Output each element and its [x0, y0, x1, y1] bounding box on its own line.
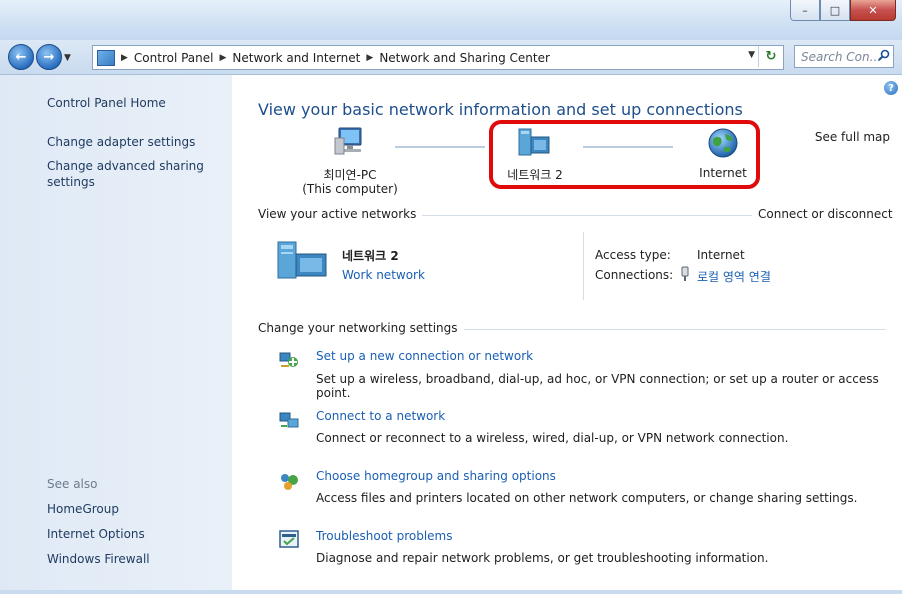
caption-buttons: – □ ✕	[790, 0, 896, 22]
sidebar-change-advanced-sharing[interactable]: Change advanced sharing settings	[47, 158, 217, 190]
task-troubleshoot-link[interactable]: Troubleshoot problems	[316, 529, 452, 543]
sidebar: Control Panel Home Change adapter settin…	[0, 75, 232, 594]
access-type-label: Access type:	[595, 248, 671, 262]
network-type-link[interactable]: Work network	[342, 268, 425, 282]
sidebar-change-adapter-settings[interactable]: Change adapter settings	[47, 134, 217, 150]
sidebar-windows-firewall[interactable]: Windows Firewall	[47, 551, 150, 567]
breadcrumb-network-sharing-center[interactable]: Network and Sharing Center	[375, 51, 554, 65]
back-button[interactable]: ←	[8, 44, 34, 70]
access-type-value: Internet	[697, 248, 745, 262]
sidebar-internet-options[interactable]: Internet Options	[47, 526, 145, 542]
breadcrumb-separator-icon[interactable]: ▶	[218, 53, 229, 63]
see-full-map-link[interactable]: See full map	[810, 130, 890, 144]
highlight-box	[489, 120, 760, 189]
troubleshoot-icon	[279, 530, 299, 548]
page-heading: View your basic network information and …	[258, 100, 743, 119]
search-input[interactable]: Search Con...	[794, 45, 894, 68]
task-setup-connection-desc: Set up a wireless, broadband, dial-up, a…	[316, 372, 879, 400]
connections-label: Connections:	[595, 268, 674, 282]
task-connect-network-desc: Connect or reconnect to a wireless, wire…	[316, 431, 789, 445]
search-icon[interactable]	[878, 49, 890, 64]
see-also-heading: See also	[47, 477, 98, 491]
control-panel-icon	[97, 49, 115, 66]
close-button[interactable]: ✕	[850, 0, 896, 21]
task-connect-network-link[interactable]: Connect to a network	[316, 409, 445, 423]
window-bottom-border	[0, 590, 902, 594]
computer-name: 최미연-PC	[323, 168, 377, 182]
breadcrumb-separator-icon[interactable]: ▶	[364, 53, 375, 63]
maximize-button[interactable]: □	[820, 0, 850, 21]
connect-network-icon	[279, 412, 299, 428]
connection-link[interactable]: 로컬 영역 연결	[697, 268, 771, 285]
navigation-bar: ← → ▼ ▶ Control Panel ▶ Network and Inte…	[0, 40, 902, 75]
active-network-name: 네트워크 2	[342, 249, 399, 263]
homegroup-icon	[281, 474, 298, 490]
connector-line	[395, 146, 485, 148]
breadcrumb-separator-icon[interactable]: ▶	[119, 53, 130, 63]
settings-title: Change your networking settings	[258, 321, 464, 335]
sidebar-homegroup[interactable]: HomeGroup	[47, 501, 119, 517]
active-network-icon	[277, 241, 327, 279]
ethernet-connection-icon[interactable]	[680, 266, 690, 282]
minimize-button[interactable]: –	[790, 0, 820, 21]
address-dropdown-icon[interactable]: ▼	[748, 50, 755, 60]
title-bar: – □ ✕	[0, 0, 902, 40]
network-sharing-center-window: – □ ✕ ← → ▼ ▶ Control Panel ▶ Network an…	[0, 0, 902, 594]
forward-button[interactable]: →	[36, 44, 62, 70]
computer-icon[interactable]	[333, 126, 367, 158]
task-troubleshoot-desc: Diagnose and repair network problems, or…	[316, 551, 769, 565]
vertical-divider	[583, 232, 584, 300]
breadcrumb-control-panel[interactable]: Control Panel	[130, 51, 218, 65]
computer-subtitle: (This computer)	[302, 182, 398, 196]
breadcrumb-network-internet[interactable]: Network and Internet	[228, 51, 364, 65]
search-placeholder: Search Con...	[801, 49, 882, 64]
connect-or-disconnect-link[interactable]: Connect or disconnect	[752, 207, 893, 221]
address-bar[interactable]: ▶ Control Panel ▶ Network and Internet ▶…	[92, 45, 784, 70]
task-homegroup-desc: Access files and printers located on oth…	[316, 491, 858, 505]
task-homegroup-link[interactable]: Choose homegroup and sharing options	[316, 469, 556, 483]
task-setup-connection-link[interactable]: Set up a new connection or network	[316, 349, 533, 363]
recent-pages-dropdown-icon[interactable]: ▼	[64, 53, 71, 63]
sidebar-control-panel-home[interactable]: Control Panel Home	[47, 95, 166, 111]
active-networks-title: View your active networks	[258, 207, 423, 221]
refresh-button[interactable]: ↻	[758, 46, 783, 67]
new-connection-icon	[279, 352, 298, 367]
help-icon[interactable]: ?	[884, 81, 898, 95]
